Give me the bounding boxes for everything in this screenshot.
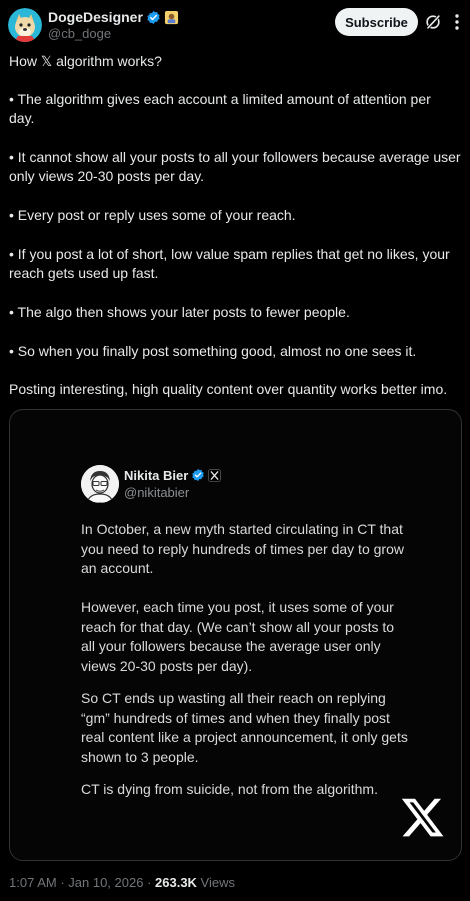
more-vertical-icon[interactable] [449, 12, 465, 32]
post-paragraph: How 𝕏 algorithm works? [9, 53, 162, 69]
post-paragraph: • The algorithm gives each account a lim… [9, 91, 431, 126]
x-logo-icon [401, 798, 444, 837]
doge-avatar-icon [8, 8, 42, 42]
post-paragraph: • If you post a lot of short, low value … [9, 246, 450, 281]
meta-separator: · [143, 875, 156, 890]
post-metadata: 1:07 AM · Jan 10, 2026 · 263.3K Views [9, 875, 235, 890]
embedded-paragraph: CT is dying from suicide, not from the a… [81, 781, 378, 797]
embedded-author-avatar [81, 465, 119, 503]
post-paragraph: Posting interesting, high quality conten… [9, 381, 448, 397]
post-header: DogeDesigner @cb_doge Subscribe [0, 0, 470, 50]
embedded-paragraph: In October, a new myth started circulati… [81, 521, 404, 576]
affiliate-badge-icon [164, 10, 178, 24]
post-paragraph: • Every post or reply uses some of your … [9, 207, 296, 223]
author-avatar[interactable] [8, 8, 42, 42]
author-handle[interactable]: @cb_doge [48, 26, 111, 41]
grok-icon[interactable] [424, 13, 442, 31]
person-sketch-avatar-icon [81, 465, 119, 503]
post-date[interactable]: Jan 10, 2026 [68, 875, 143, 890]
embedded-paragraph: However, each time you post, it uses som… [81, 599, 395, 674]
x-affiliate-badge-icon [208, 468, 222, 482]
subscribe-button[interactable]: Subscribe [335, 8, 418, 36]
post-paragraph: • So when you finally post something goo… [9, 343, 417, 359]
embedded-author-name: Nikita Bier [124, 467, 189, 483]
embedded-author-row: Nikita Bier [124, 466, 222, 484]
verified-badge-icon [147, 10, 160, 24]
author-name-row: DogeDesigner [48, 8, 179, 26]
views-count[interactable]: 263.3K [155, 875, 197, 890]
embedded-author-handle: @nikitabier [124, 485, 190, 500]
embedded-paragraph: So CT ends up wasting all their reach on… [81, 690, 408, 765]
author-name[interactable]: DogeDesigner [48, 9, 143, 25]
post-time[interactable]: 1:07 AM [9, 875, 57, 890]
post-paragraph: • The algo then shows your later posts t… [9, 304, 350, 320]
meta-separator: · [56, 875, 69, 890]
views-label: Views [196, 875, 235, 890]
post-media-image[interactable]: Nikita Bier @nikitabier In October, a ne… [9, 409, 462, 861]
verified-badge-icon [192, 468, 205, 482]
post-paragraph: • It cannot show all your posts to all y… [9, 149, 461, 184]
